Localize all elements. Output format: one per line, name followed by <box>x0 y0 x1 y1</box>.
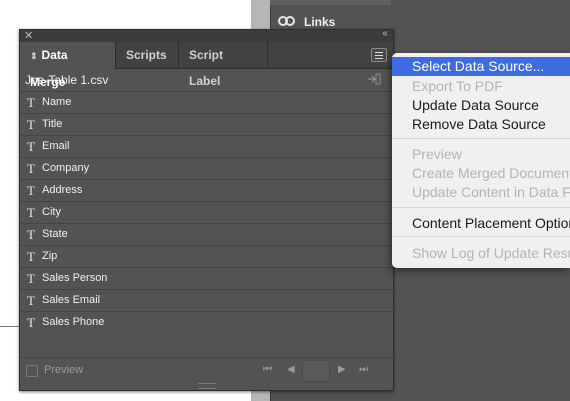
data-source-row: Joe-Table 1.csv <box>20 69 393 91</box>
menu-item: Preview <box>412 146 462 162</box>
field-label: Name <box>42 96 72 108</box>
field-label: Email <box>42 140 70 152</box>
next-record-icon[interactable]: ▶ <box>338 364 346 375</box>
menu-item[interactable]: Select Data Source... <box>392 57 570 76</box>
field-row[interactable]: T Name <box>20 91 393 113</box>
field-row[interactable]: T Title <box>20 113 393 135</box>
text-field-icon: T <box>27 205 35 220</box>
menu-item[interactable]: Update Data Source <box>392 96 570 115</box>
menu-item: Show Log of Update Results <box>412 245 570 261</box>
text-field-icon: T <box>27 227 35 242</box>
panel-menu-button[interactable] <box>371 48 387 62</box>
panel-title-bar[interactable]: ✕ ‹‹ <box>20 28 393 42</box>
panel-tabs: ⇕ Data Merge Scripts Script Label <box>20 42 393 89</box>
menu-item[interactable]: Content Placement Options... <box>392 214 570 233</box>
menu-item: Export To PDF <box>412 78 503 94</box>
first-record-icon[interactable]: ⏮ <box>263 364 272 375</box>
field-label: Title <box>42 118 63 130</box>
field-label: Zip <box>42 250 58 262</box>
last-record-icon[interactable]: ⏭ <box>359 364 368 375</box>
menu-item[interactable]: Remove Data Source <box>392 115 570 134</box>
field-row[interactable]: T Sales Phone <box>20 311 393 333</box>
text-field-icon: T <box>27 161 35 176</box>
field-label: City <box>42 206 61 218</box>
panel-flyout-menu: Select Data Source... Export To PDF Update… <box>392 53 570 268</box>
field-row[interactable]: T Company <box>20 157 393 179</box>
data-merge-panel: ✕ ‹‹ ⇕ Data Merge Scripts Script Label Jo… <box>19 28 394 391</box>
field-row[interactable]: T Sales Person <box>20 267 393 289</box>
collapse-icon[interactable]: ‹‹ <box>382 28 388 39</box>
menu-item: Update Content in Data Fields <box>412 184 570 200</box>
text-field-icon: T <box>27 249 35 264</box>
field-row[interactable]: T State <box>20 223 393 245</box>
dock-top-strip <box>270 0 391 5</box>
panel-bottom-bar: Preview ⏮ ◀ ▶ ⏭ <box>20 357 393 386</box>
field-label: Sales Person <box>42 272 108 284</box>
text-field-icon: T <box>27 293 35 308</box>
menu-item: Create Merged Document... <box>412 165 570 181</box>
tab-script-label[interactable]: Script Label <box>179 42 268 88</box>
field-label: Address <box>42 184 83 196</box>
links-label: Links <box>304 15 336 29</box>
text-field-icon: T <box>27 315 35 330</box>
previous-record-icon[interactable]: ◀ <box>287 364 295 375</box>
field-row[interactable]: T Zip <box>20 245 393 267</box>
text-field-icon: T <box>27 183 35 198</box>
data-source-name: Joe-Table 1.csv <box>25 73 109 87</box>
field-label: State <box>42 228 68 240</box>
tab-scripts[interactable]: Scripts <box>116 42 179 68</box>
field-label: Company <box>42 162 90 174</box>
menu-separator <box>392 236 570 237</box>
field-row[interactable]: T Email <box>20 135 393 157</box>
menu-separator <box>392 138 570 139</box>
menu-separator <box>392 207 570 208</box>
field-label: Sales Email <box>42 294 101 306</box>
update-source-icon[interactable] <box>367 73 381 85</box>
text-field-icon: T <box>27 95 35 110</box>
text-field-icon: T <box>27 271 35 286</box>
tab-arrows-icon: ⇕ <box>30 51 38 61</box>
field-row[interactable]: T City <box>20 201 393 223</box>
field-row[interactable]: T Address <box>20 179 393 201</box>
preview-label: Preview <box>44 364 84 376</box>
record-number-field[interactable] <box>302 360 330 382</box>
field-row[interactable]: T Sales Email <box>20 289 393 311</box>
tab-data-merge[interactable]: ⇕ Data Merge <box>20 42 116 89</box>
text-field-icon: T <box>27 139 35 154</box>
field-label: Sales Phone <box>42 316 105 328</box>
links-icon <box>278 15 296 30</box>
resize-grip[interactable] <box>198 383 216 389</box>
text-field-icon: T <box>27 117 35 132</box>
close-icon[interactable]: ✕ <box>24 29 33 42</box>
preview-checkbox[interactable] <box>26 365 38 377</box>
tab-label: Scripts <box>126 48 167 62</box>
field-list: T Name T Title T Email T Company T Address T City T S… <box>20 91 393 355</box>
